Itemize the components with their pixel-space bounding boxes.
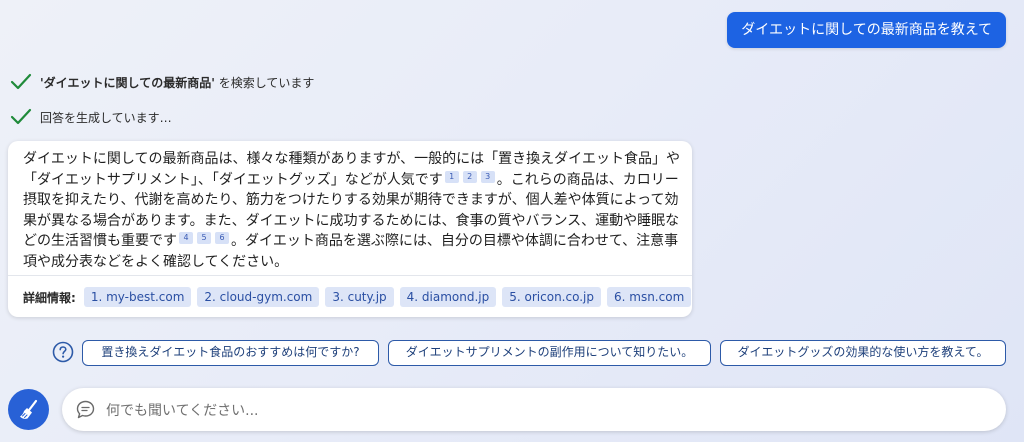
source-link[interactable]: 4. diamond.jp <box>399 287 497 307</box>
citation-badge[interactable]: 6 <box>215 232 229 245</box>
user-message-bubble: ダイエットに関しての最新商品を教えて <box>727 12 1006 48</box>
checkmark-icon <box>10 73 32 90</box>
status-generating-text: 回答を生成しています… <box>40 110 172 125</box>
source-link[interactable]: 5. oricon.co.jp <box>502 287 601 307</box>
source-link[interactable]: 2. cloud-gym.com <box>197 287 320 307</box>
suggestion-chip[interactable]: 置き換えダイエット食品のおすすめは何ですか? <box>82 340 379 366</box>
chat-input-container <box>62 388 1006 431</box>
status-searching: 'ダイエットに関しての最新商品' を検索しています <box>10 72 314 92</box>
status-searching-text: を検索しています <box>214 75 315 90</box>
citation-badge[interactable]: 4 <box>179 232 193 245</box>
sources-row: 詳細情報: 1. my-best.com 2. cloud-gym.com 3.… <box>23 287 692 307</box>
suggestion-chip[interactable]: ダイエットサプリメントの副作用について知りたい。 <box>388 340 711 366</box>
new-topic-button[interactable] <box>8 389 49 430</box>
citation-badge[interactable]: 3 <box>480 170 495 183</box>
source-link[interactable]: 1. my-best.com <box>83 287 192 307</box>
sources-label: 詳細情報: <box>23 290 76 305</box>
citation-badge[interactable]: 1 <box>444 170 459 183</box>
suggestion-chip[interactable]: ダイエットグッズの効果的な使い方を教えて。 <box>720 340 1006 366</box>
status-generating: 回答を生成しています… <box>10 107 172 127</box>
question-circle-icon[interactable] <box>52 341 74 363</box>
source-link[interactable]: 6. msn.com <box>607 287 692 307</box>
citation-badge[interactable]: 2 <box>462 170 477 183</box>
answer-card: ダイエットに関しての最新商品は、様々な種類がありますが、一般的には「置き換えダイ… <box>8 141 692 317</box>
broom-icon <box>19 399 37 419</box>
search-query: 'ダイエットに関しての最新商品' <box>40 75 215 90</box>
citation-badge[interactable]: 5 <box>197 232 211 245</box>
answer-text: ダイエットに関しての最新商品は、様々な種類がありますが、一般的には「置き換えダイ… <box>23 149 683 273</box>
chat-input[interactable] <box>104 394 988 427</box>
source-link[interactable]: 3. cuty.jp <box>325 287 394 307</box>
chat-bubble-icon <box>76 400 95 419</box>
checkmark-icon <box>10 108 32 125</box>
sources-divider <box>8 275 692 276</box>
